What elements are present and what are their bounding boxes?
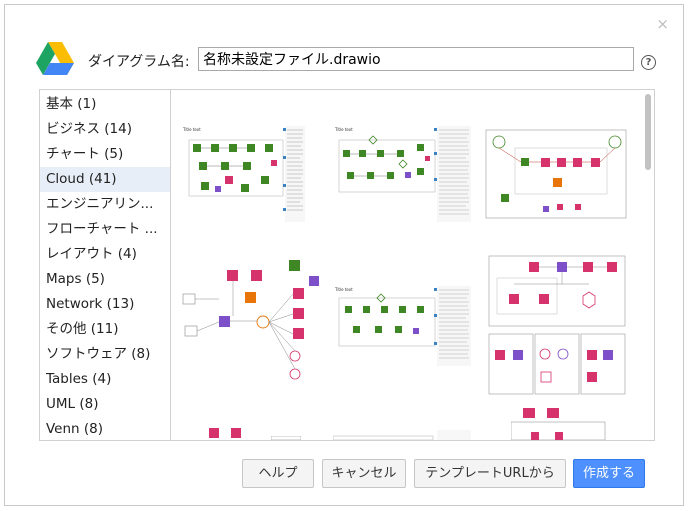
template-thumbnail-grid: Title text Title text Title text (171, 90, 641, 440)
category-item[interactable]: ビジネス (14) (40, 117, 170, 142)
category-item[interactable]: UML (8) (40, 392, 170, 417)
category-item[interactable]: エンジニアリン... (40, 192, 170, 217)
category-item[interactable]: その他 (11) (40, 317, 170, 342)
category-item[interactable]: フローチャート ... (40, 217, 170, 242)
help-icon[interactable]: ? (641, 55, 656, 70)
category-item[interactable]: チャート (5) (40, 142, 170, 167)
template-thumbnail[interactable] (181, 258, 321, 390)
thumbnail-scrollbar[interactable] (641, 90, 654, 440)
category-item[interactable]: Maps (5) (40, 267, 170, 292)
create-button[interactable]: 作成する (573, 459, 645, 488)
cancel-button[interactable]: キャンセル (322, 459, 406, 488)
svg-text:Title text: Title text (334, 127, 353, 132)
svg-text:Title text: Title text (334, 287, 353, 292)
close-icon[interactable]: × (656, 15, 669, 33)
template-thumbnail[interactable] (487, 254, 627, 396)
category-item[interactable]: Network (13) (40, 292, 170, 317)
category-item[interactable]: Venn (8) (40, 417, 170, 440)
template-thumbnail[interactable]: Title text (181, 126, 305, 222)
template-panel: 基本 (1) ビジネス (14) チャート (5) Cloud (41) エンジニアリン… (39, 89, 655, 441)
category-item[interactable]: レイアウト (4) (40, 242, 170, 267)
template-url-button[interactable]: テンプレートURLから (414, 459, 566, 488)
template-thumbnail[interactable] (511, 406, 607, 440)
template-thumbnail[interactable]: Title text (333, 126, 473, 222)
category-item[interactable]: Tables (4) (40, 367, 170, 392)
category-list: 基本 (1) ビジネス (14) チャート (5) Cloud (41) エンジニアリン… (40, 90, 171, 440)
template-thumbnail[interactable] (209, 424, 259, 440)
new-diagram-dialog: × ダイアグラム名: ? 基本 (1)ビジネス (14)チャート (5)Clou… (4, 4, 684, 506)
template-thumbnail[interactable] (271, 436, 301, 440)
google-drive-icon (36, 42, 74, 75)
diagram-name-label: ダイアグラム名: (88, 54, 190, 70)
category-item[interactable]: Cloud (41) (40, 167, 170, 192)
category-item[interactable]: 基本 (1) (40, 92, 170, 117)
help-button[interactable]: ヘルプ (242, 459, 314, 488)
svg-text:Title text: Title text (182, 127, 201, 132)
template-thumbnail[interactable]: Title text (333, 286, 473, 366)
template-thumbnail[interactable] (485, 128, 627, 220)
diagram-name-input[interactable] (198, 47, 634, 71)
template-thumbnail[interactable] (333, 430, 473, 440)
category-item[interactable]: ソフトウェア (8) (40, 342, 170, 367)
scrollbar-thumb[interactable] (645, 94, 651, 170)
